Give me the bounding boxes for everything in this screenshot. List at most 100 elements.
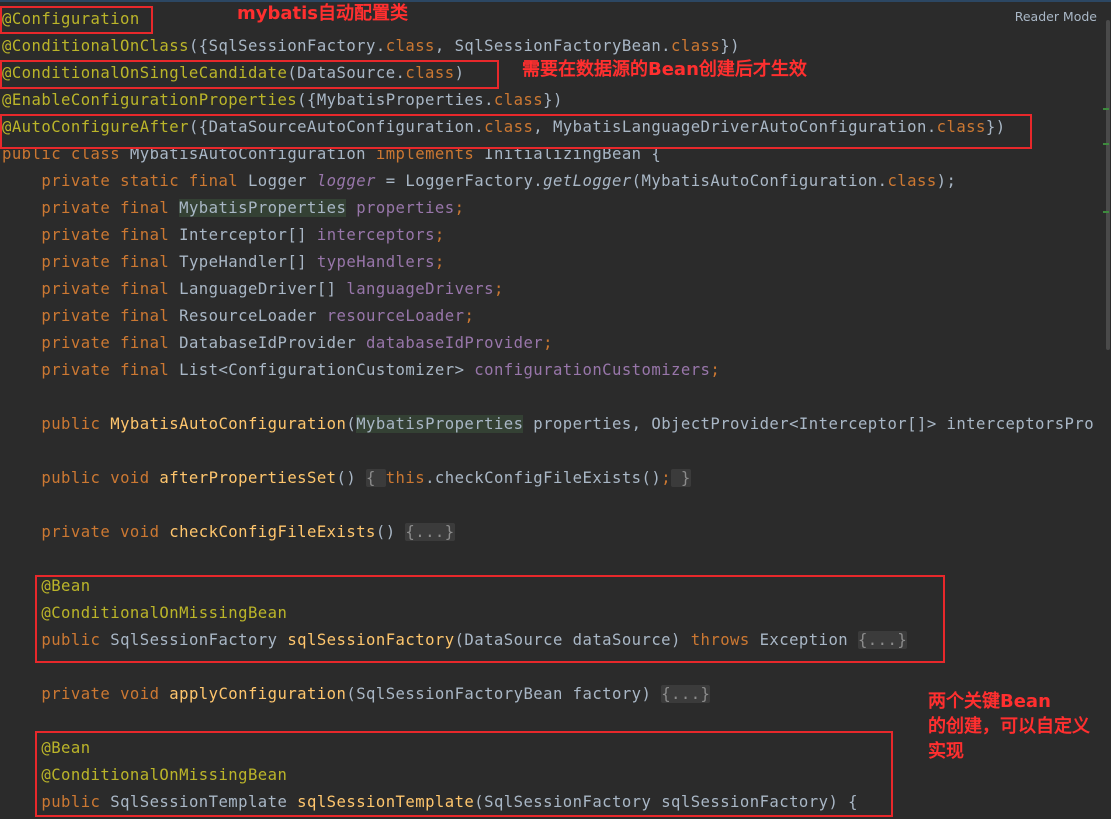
code-line[interactable]: private final DatabaseIdProvider databas… [2,330,553,357]
code-line[interactable]: public MybatisAutoConfiguration(MybatisP… [2,411,1094,438]
code-token: private final [41,253,180,271]
code-token: configurationCustomizers [474,361,711,379]
code-token: properties [356,199,455,217]
note-custom-beans: 两个关键Bean 的创建，可以自定义 实现 [928,691,1090,762]
code-token: ; [454,199,465,217]
code-line[interactable]: private final Interceptor[] interceptors… [2,222,445,249]
code-token: MybatisProperties [356,415,524,433]
code-token: = LoggerFactory. [375,172,544,190]
code-token: private final [41,334,180,352]
code-token: .checkConfigFileExists() [425,469,662,487]
highlight-box-sql-session-template [35,731,893,817]
code-line[interactable]: private final LanguageDriver[] languageD… [2,276,504,303]
code-token: private final [41,280,180,298]
code-token: {...} [661,685,711,703]
code-editor[interactable]: @Configuration @ConditionalOnClass({SqlSe… [0,0,1111,819]
code-token: public void [41,469,160,487]
code-token: ({MybatisProperties. [297,91,494,109]
code-token: {...} [405,523,455,541]
code-token: class [887,172,937,190]
code-token: () [336,469,367,487]
code-token: public [41,415,111,433]
code-token: TypeHandler[] [179,253,317,271]
code-token: private void [41,523,170,541]
code-token: DatabaseIdProvider [179,334,367,352]
code-line[interactable]: private final TypeHandler[] typeHandlers… [2,249,445,276]
note-after-datasource: 需要在数据源的Bean创建后才生效 [522,59,807,80]
code-token: class [671,37,721,55]
code-token: ; [661,469,672,487]
code-token: ; [434,253,445,271]
code-token: properties, ObjectProvider<Interceptor[]… [523,415,1095,433]
code-token: ); [936,172,957,190]
code-token: private static final [41,172,248,190]
change-marker [1103,143,1109,145]
reader-mode-button[interactable]: Reader Mode [1015,9,1097,24]
note-config-class: mybatis自动配置类 [237,3,409,24]
editor-top-border [0,0,1111,2]
code-token: private final [41,226,180,244]
code-token: @ConditionalOnClass [2,37,189,55]
highlight-box-auto-configure-after [0,114,1032,149]
code-line[interactable]: private final List<ConfigurationCustomiz… [2,357,720,384]
code-token: Logger [247,172,317,190]
code-token: private final [41,199,180,217]
code-line[interactable]: private void applyConfiguration(SqlSessi… [2,681,711,708]
code-token: interceptors [316,226,435,244]
highlight-box-single-candidate [0,60,499,89]
code-token: getLogger [543,172,632,190]
code-token: resourceLoader [326,307,465,325]
code-token: applyConfiguration [169,685,347,703]
code-line[interactable]: public void afterPropertiesSet() { this.… [2,465,691,492]
code-token: ( [346,415,357,433]
highlight-box-sql-session-factory [35,575,945,663]
code-line[interactable]: @ConditionalOnClass({SqlSessionFactory.c… [2,33,740,60]
code-token: afterPropertiesSet [159,469,337,487]
code-token: ; [493,280,504,298]
code-token: private final [41,307,180,325]
code-token: ; [434,226,445,244]
code-token: this [385,469,426,487]
code-token: { [366,469,386,487]
code-token: ({SqlSessionFactory. [188,37,386,55]
code-token: @EnableConfigurationProperties [2,91,298,109]
code-line[interactable]: private final MybatisProperties properti… [2,195,464,222]
scrollbar-thumb[interactable] [1106,20,1110,350]
code-token: (SqlSessionFactoryBean factory) [346,685,662,703]
code-token: Interceptor[] [179,226,317,244]
change-marker [1103,108,1109,110]
code-token: (MybatisAutoConfiguration. [631,172,888,190]
code-token: logger [316,172,376,190]
code-token: languageDrivers [346,280,494,298]
code-token: ; [543,334,553,352]
code-token: ResourceLoader [179,307,327,325]
code-token: List<ConfigurationCustomizer> [179,361,475,379]
code-token: class [385,37,435,55]
code-token: private void [41,685,170,703]
code-token: , SqlSessionFactoryBean. [434,37,672,55]
code-token: typeHandlers [316,253,435,271]
code-token: MybatisProperties [179,199,347,217]
code-token: class [493,91,544,109]
code-line[interactable]: @EnableConfigurationProperties({MybatisP… [2,87,563,114]
code-token: databaseIdProvider [366,334,544,352]
code-token: ; [464,307,475,325]
code-token: () [375,523,406,541]
code-line[interactable]: private static final Logger logger = Log… [2,168,956,195]
code-line[interactable]: private final ResourceLoader resourceLoa… [2,303,474,330]
code-token: MybatisAutoConfiguration [110,415,347,433]
code-line[interactable]: private void checkConfigFileExists() {..… [2,519,455,546]
code-token: }) [720,37,740,55]
